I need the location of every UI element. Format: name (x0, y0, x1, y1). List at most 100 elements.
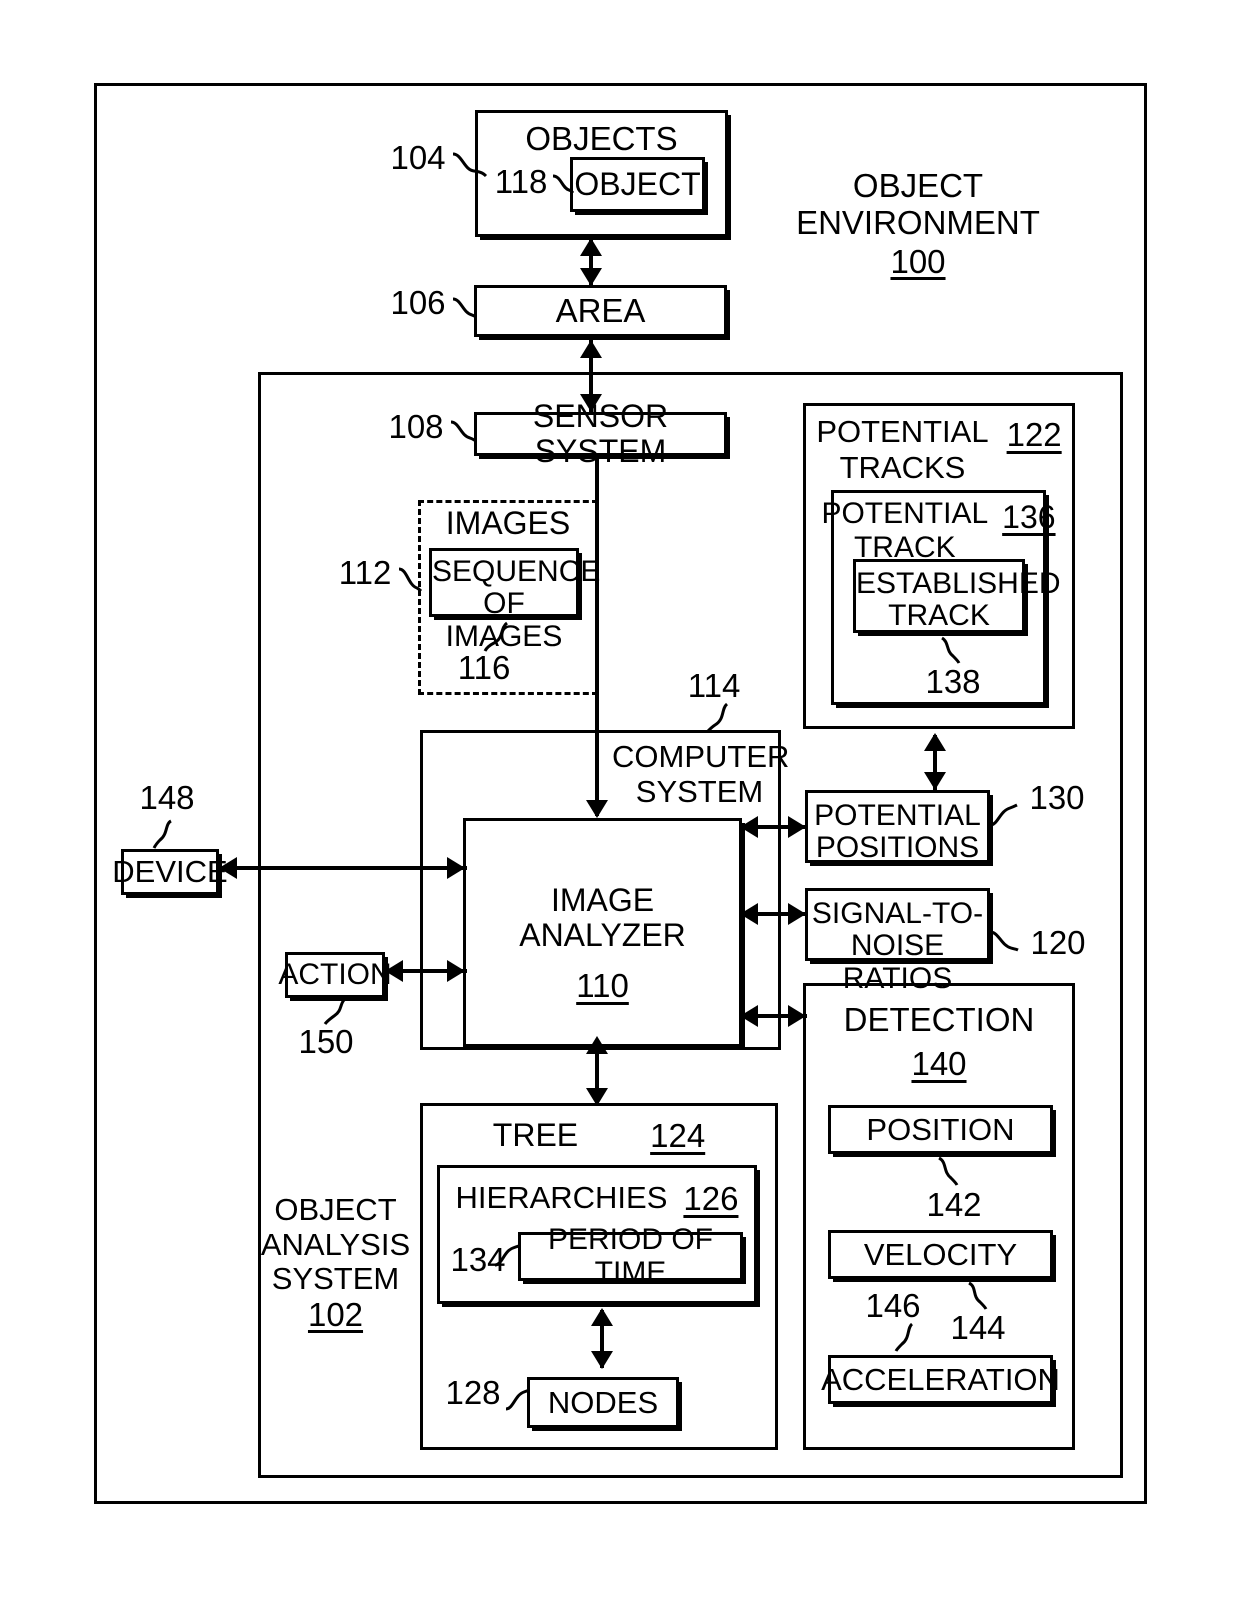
period-of-time-leader (494, 1244, 520, 1267)
velocity-ref: 144 (950, 1309, 1006, 1346)
images-ref: 112 (338, 554, 392, 591)
tracks-positions-arrow-down (924, 772, 946, 790)
nodes-label: NODES (547, 1384, 659, 1420)
object-label: OBJECT (574, 166, 701, 203)
potential-track-ref: 136 (1002, 499, 1056, 535)
objects-leader (452, 152, 488, 178)
tracks-positions-arrow-up (924, 733, 946, 751)
established-track-label: ESTABLISHED TRACK (856, 567, 1061, 633)
potential-positions-leader (990, 803, 1018, 827)
sensor-system-ref: 108 (388, 408, 444, 445)
object-analysis-system-label: OBJECT ANALYSIS SYSTEM (260, 1192, 411, 1297)
velocity-leader (968, 1281, 988, 1310)
device-label: DEVICE (112, 854, 228, 890)
potential-positions-box: POTENTIAL POSITIONS (805, 790, 990, 865)
device-arrow-left (219, 857, 237, 879)
potential-tracks-label: POTENTIAL TRACKS (816, 414, 989, 485)
position-box: POSITION (828, 1105, 1053, 1154)
sequence-of-images-leader (483, 621, 509, 652)
area-sensor-arrow-up (580, 340, 602, 358)
signal-to-noise-ratios-leader (990, 930, 1019, 952)
hierarchies-nodes-arrow-down (591, 1351, 613, 1369)
action-ref: 150 (298, 1023, 354, 1060)
signal-to-noise-ratios-box: SIGNAL-TO- NOISE RATIOS (805, 888, 990, 995)
nodes-ref: 128 (445, 1374, 501, 1411)
detection-ref: 140 (911, 1045, 967, 1082)
sequence-of-images-box: SEQUENCE OF IMAGES (429, 548, 600, 653)
objects-area-arrow-up (580, 238, 602, 256)
analyzer-tree-arrow-up (586, 1036, 608, 1054)
action-box: ACTION (278, 952, 392, 998)
tree-title: TREE 124 (420, 1117, 778, 1155)
area-label: AREA (555, 292, 646, 330)
position-label: POSITION (866, 1111, 1015, 1147)
potential-tracks-ref: 122 (1006, 416, 1062, 453)
signal-to-noise-ratios-label: SIGNAL-TO- NOISE RATIOS (811, 897, 984, 995)
sensor-system-leader (450, 420, 477, 443)
device-analyzer-connector (219, 866, 467, 870)
sensor-system-box: SENSOR SYSTEM (474, 399, 727, 468)
computer-system-label: COMPUTER SYSTEM (612, 739, 790, 809)
signal-to-noise-ratios-ref: 120 (1030, 924, 1086, 961)
patent-figure: OBJECT ENVIRONMENT 100 OBJECT ANALYSIS S… (0, 0, 1240, 1597)
tree-ref: 124 (650, 1117, 706, 1154)
sequence-of-images-ref: 116 (457, 649, 511, 686)
action-arrow-left (385, 960, 403, 982)
object-ref: 118 (494, 163, 548, 200)
computer-system-ref: 114 (687, 667, 741, 704)
object-leader (552, 174, 575, 195)
potential-positions-ref: 130 (1029, 779, 1085, 816)
established-track-box: ESTABLISHED TRACK (853, 559, 1061, 633)
object-environment-ref: 100 (890, 243, 946, 280)
computer-system-leader (706, 702, 729, 733)
snr-arrow-right (788, 903, 806, 925)
device-box: DEVICE (112, 849, 228, 895)
acceleration-ref: 146 (865, 1287, 921, 1324)
nodes-leader (505, 1388, 531, 1411)
object-environment-label: OBJECT ENVIRONMENT (796, 167, 1040, 241)
hierarchies-nodes-arrow-up (591, 1308, 613, 1326)
acceleration-box: ACCELERATION (821, 1355, 1060, 1404)
hierarchies-title: HIERARCHIES 126 (437, 1180, 757, 1218)
detection-arrow-left (740, 1005, 758, 1027)
period-of-time-box: PERIOD OF TIME (518, 1223, 743, 1288)
acceleration-leader (894, 1322, 914, 1352)
potential-tracks-title: POTENTIAL TRACKS 122 (803, 414, 1075, 486)
detection-arrow-right (788, 1005, 806, 1027)
hierarchies-ref: 126 (683, 1180, 739, 1217)
area-leader (452, 297, 478, 319)
image-analyzer-label: IMAGE ANALYZER (519, 882, 686, 953)
nodes-box: NODES (527, 1377, 679, 1428)
potential-positions-label: POTENTIAL POSITIONS (814, 799, 981, 865)
area-box: AREA (474, 285, 727, 337)
objects-ref: 104 (390, 139, 446, 176)
established-track-ref: 138 (925, 663, 981, 700)
established-track-leader (941, 636, 961, 664)
device-arrow-right (447, 857, 465, 879)
object-box: OBJECT (570, 157, 705, 212)
device-leader (152, 819, 172, 849)
images-label: IMAGES (445, 505, 571, 541)
velocity-label: VELOCITY (863, 1236, 1018, 1272)
object-analysis-system-ref: 102 (307, 1296, 364, 1333)
action-leader (323, 998, 346, 1025)
tree-label: TREE (492, 1117, 579, 1153)
potential-track-label: POTENTIAL TRACK (821, 497, 989, 564)
objects-area-arrow-down (580, 268, 602, 286)
position-ref: 142 (926, 1186, 982, 1223)
acceleration-label: ACCELERATION (821, 1361, 1060, 1397)
detection-label: DETECTION (843, 1001, 1035, 1038)
potential-track-title: POTENTIAL TRACK 136 (821, 497, 1055, 565)
area-ref: 106 (390, 284, 446, 321)
action-label: ACTION (278, 957, 392, 991)
period-of-time-label: PERIOD OF TIME (547, 1223, 713, 1289)
image-analyzer-box: IMAGE ANALYZER 110 (463, 818, 742, 1047)
positions-arrow-left (740, 816, 758, 838)
hierarchies-label: HIERARCHIES (455, 1180, 668, 1215)
sensor-system-label: SENSOR SYSTEM (532, 398, 669, 469)
action-arrow-right (447, 960, 465, 982)
velocity-box: VELOCITY (828, 1230, 1053, 1279)
images-leader (398, 567, 423, 593)
positions-arrow-right (788, 816, 806, 838)
objects-label: OBJECTS (525, 120, 678, 157)
